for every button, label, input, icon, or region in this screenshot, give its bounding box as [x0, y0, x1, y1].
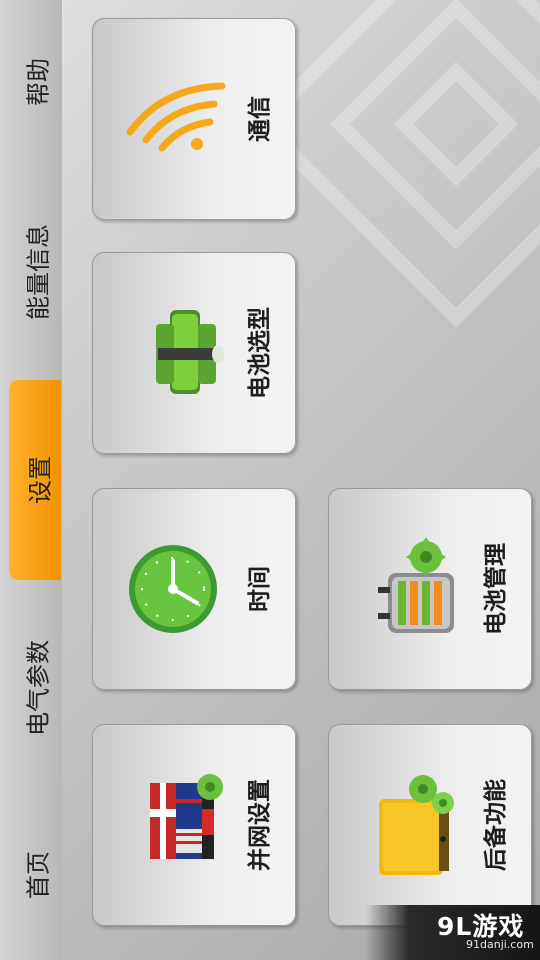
- tile-battery-management[interactable]: 电池管理: [328, 488, 532, 690]
- tile-label: 通信: [247, 96, 273, 142]
- nav-label: 首页: [24, 851, 53, 899]
- tile-grid-settings[interactable]: 并网设置: [92, 724, 296, 926]
- tile-label: 并网设置: [247, 779, 273, 871]
- settings-panel: 通信 电池选型 时间 电池管理 并网设置 后备功能: [62, 0, 540, 960]
- backup-box-gear-icon: [379, 775, 454, 875]
- nav-sidebar: 首页 电气参数 设置 能量信息 帮助: [0, 0, 63, 960]
- flags-gear-icon: [150, 774, 223, 859]
- tile-communication[interactable]: 通信: [92, 18, 296, 220]
- tile-battery-selection[interactable]: 电池选型: [92, 252, 296, 454]
- nav-label: 电气参数: [24, 640, 53, 736]
- wifi-icon: [126, 82, 226, 152]
- nav-label: 帮助: [24, 58, 53, 106]
- tile-time[interactable]: 时间: [92, 488, 296, 690]
- tile-label: 电池选型: [247, 307, 273, 399]
- tile-backup-function[interactable]: 后备功能: [328, 724, 532, 926]
- battery-pack-icon: [156, 310, 224, 394]
- battery-gear-icon: [378, 537, 454, 633]
- watermark-url: 91danji.com: [466, 938, 534, 951]
- nav-label: 能量信息: [24, 224, 53, 320]
- nav-item-electrical[interactable]: 电气参数: [0, 600, 62, 800]
- tile-label: 时间: [247, 566, 273, 612]
- nav-item-settings[interactable]: 设置: [0, 380, 62, 580]
- tile-label: 电池管理: [483, 543, 509, 635]
- tile-label: 后备功能: [483, 779, 509, 871]
- nav-label: 设置: [26, 456, 55, 504]
- nav-item-energy[interactable]: 能量信息: [0, 180, 62, 370]
- nav-item-home[interactable]: 首页: [0, 800, 62, 950]
- clock-icon: [129, 545, 217, 633]
- nav-item-help[interactable]: 帮助: [0, 20, 62, 170]
